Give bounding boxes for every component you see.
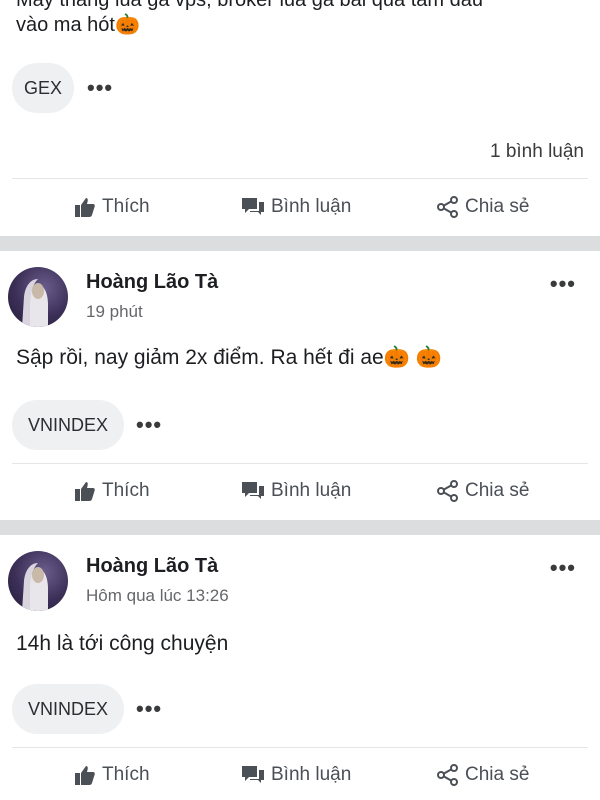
avatar[interactable] — [8, 551, 68, 611]
share-button[interactable]: Chia sẻ — [437, 764, 529, 786]
tag-more-button[interactable]: ••• — [136, 414, 162, 436]
divider — [12, 178, 588, 179]
post-separator — [0, 236, 600, 251]
like-label: Thích — [102, 196, 150, 217]
post-options-button[interactable]: ••• — [550, 271, 576, 297]
comment-label: Bình luận — [271, 764, 352, 785]
share-icon — [437, 480, 459, 502]
comment-button[interactable]: Bình luận — [241, 480, 351, 502]
avatar[interactable] — [8, 267, 68, 327]
author-name[interactable]: Hoàng Lão Tà — [86, 271, 218, 294]
share-label: Chia sẻ — [465, 196, 530, 217]
post-options-button[interactable]: ••• — [550, 555, 576, 581]
share-icon — [437, 196, 459, 218]
like-button[interactable]: Thích — [74, 480, 150, 502]
comment-icon — [241, 480, 265, 502]
thumbs-up-icon — [74, 196, 96, 218]
comment-icon — [241, 764, 265, 786]
author-name[interactable]: Hoàng Lão Tà — [86, 555, 218, 578]
share-icon — [437, 764, 459, 786]
like-button[interactable]: Thích — [74, 764, 150, 786]
share-label: Chia sẻ — [465, 764, 530, 785]
like-label: Thích — [102, 764, 150, 785]
share-button[interactable]: Chia sẻ — [437, 196, 529, 218]
divider — [12, 463, 588, 464]
share-button[interactable]: Chia sẻ — [437, 480, 529, 502]
like-label: Thích — [102, 480, 150, 501]
like-button[interactable]: Thích — [74, 196, 150, 218]
comment-count[interactable]: 1 bình luận — [490, 141, 584, 163]
pumpkin-emoji: 🎃 — [114, 14, 140, 36]
post1-text-line2: vào ma hót🎃 — [16, 12, 140, 38]
tag-more-button[interactable]: ••• — [87, 77, 113, 99]
post-separator — [0, 520, 600, 535]
post2-text-row: Sập rồi, nay giảm 2x điểm. Ra hết đi ae🎃… — [16, 345, 442, 371]
comment-label: Bình luận — [271, 196, 352, 217]
thumbs-up-icon — [74, 480, 96, 502]
post-time[interactable]: Hôm qua lúc 13:26 — [86, 586, 229, 606]
tag-chip-gex[interactable]: GEX — [12, 63, 74, 113]
share-label: Chia sẻ — [465, 480, 530, 501]
post-text: Sập rồi, nay giảm 2x điểm. Ra hết đi ae — [16, 346, 384, 369]
thumbs-up-icon — [74, 764, 96, 786]
tag-chip-vnindex[interactable]: VNINDEX — [12, 684, 124, 734]
comment-button[interactable]: Bình luận — [241, 764, 351, 786]
post-text: 14h là tới công chuyện — [16, 632, 229, 655]
comment-icon — [241, 196, 265, 218]
pumpkin-emoji: 🎃 🎃 — [383, 346, 442, 369]
comment-label: Bình luận — [271, 480, 352, 501]
tag-more-button[interactable]: ••• — [136, 698, 162, 720]
post-time[interactable]: 19 phút — [86, 302, 143, 322]
divider — [12, 747, 588, 748]
comment-button[interactable]: Bình luận — [241, 196, 351, 218]
post1-text: vào ma hót — [16, 14, 115, 36]
tag-chip-vnindex[interactable]: VNINDEX — [12, 400, 124, 450]
